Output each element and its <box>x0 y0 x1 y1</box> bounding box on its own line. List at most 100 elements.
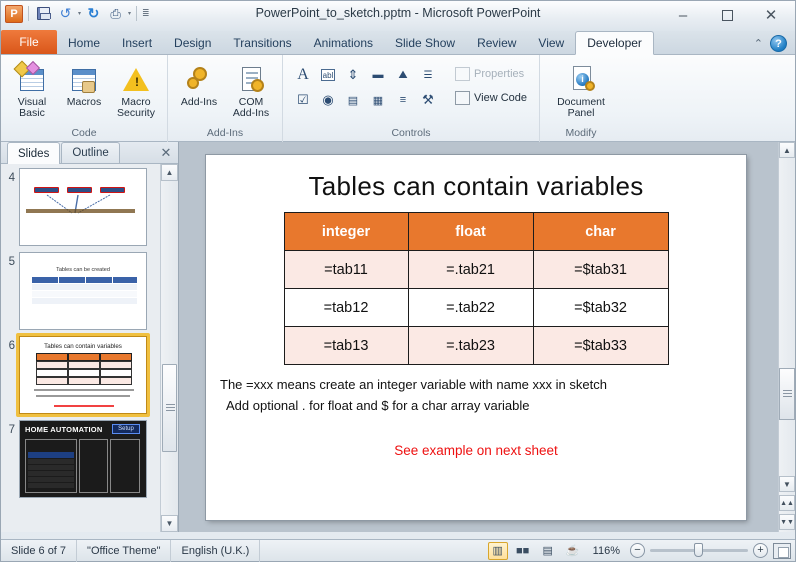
tab-design[interactable]: Design <box>163 32 222 54</box>
thumbnail-item-5[interactable]: 5 Tables can be created <box>3 252 158 330</box>
check-box-control-icon[interactable]: ☑ <box>291 88 315 112</box>
tab-file[interactable]: File <box>1 30 57 54</box>
properties-button[interactable]: Properties <box>451 64 531 84</box>
slide-show-button[interactable]: ☕ <box>563 542 583 560</box>
slide-note-line-1[interactable]: The =xxx means create an integer variabl… <box>220 375 746 394</box>
com-add-ins-label-2: Add-Ins <box>232 107 270 119</box>
slides-pane: Slides Outline ✕ 4 5 Tables can be creat… <box>1 142 179 532</box>
more-controls-icon[interactable]: ⚒ <box>416 88 440 112</box>
slide-footer-note[interactable]: See example on next sheet <box>206 443 746 458</box>
zoom-slider[interactable] <box>650 543 748 557</box>
combo-box-control-icon[interactable]: ▦ <box>366 88 390 112</box>
tab-slide-show[interactable]: Slide Show <box>384 32 466 54</box>
thumbnail-item-6[interactable]: 6 Tables can contain variables <box>3 333 158 417</box>
collapse-ribbon-icon[interactable]: ⌃ <box>754 37 763 50</box>
variables-table[interactable]: integer float char =tab11 =.tab21 =$tab3… <box>283 212 669 365</box>
add-ins-label: Add-Ins <box>180 96 218 108</box>
text-box-control-icon[interactable]: abl <box>316 63 340 87</box>
next-slide-button[interactable]: ▼▼ <box>779 514 795 530</box>
tab-transitions[interactable]: Transitions <box>222 32 302 54</box>
add-ins-button[interactable]: Add-Ins <box>174 61 224 108</box>
properties-label: Properties <box>474 68 525 80</box>
table-header-cell-integer: integer <box>283 212 409 251</box>
command-button-control-icon[interactable]: ▬ <box>366 63 390 87</box>
table-row: =tab13 =.tab23 =$tab33 <box>283 326 669 365</box>
text-label-control-icon[interactable]: A <box>291 63 315 87</box>
zoom-out-button[interactable]: − <box>630 543 645 558</box>
thumbnail-title-5: Tables can be created <box>56 267 110 273</box>
macros-button[interactable]: Macros <box>59 61 109 108</box>
slide-sorter-view-button[interactable]: ■■ <box>513 542 533 560</box>
slides-pane-scrollbar[interactable]: ▲ ▼ <box>160 164 178 532</box>
toggle-button-control-icon[interactable]: ≡ <box>391 88 415 112</box>
tab-insert[interactable]: Insert <box>111 32 163 54</box>
canvas-scroll-up-button[interactable]: ▲ <box>779 142 795 158</box>
canvas-scroll-down-button[interactable]: ▼ <box>779 476 795 492</box>
group-label-add-ins: Add-Ins <box>206 127 244 139</box>
window-controls: – ✕ <box>661 1 793 29</box>
tab-review[interactable]: Review <box>466 32 527 54</box>
fit-slide-to-window-button[interactable] <box>773 542 791 559</box>
macro-security-button[interactable]: ! Macro Security <box>111 61 161 119</box>
document-panel-button[interactable]: i Document Panel <box>550 61 612 119</box>
canvas-scroll-thumb[interactable] <box>779 368 795 420</box>
thumbnail-item-4[interactable]: 4 <box>3 168 158 246</box>
group-label-code: Code <box>71 127 97 139</box>
slides-scroll-up-button[interactable]: ▲ <box>161 164 178 181</box>
thumbnail-title-6: Tables can contain variables <box>44 343 122 350</box>
tab-outline[interactable]: Outline <box>61 142 120 163</box>
document-panel-label-2: Panel <box>567 107 595 119</box>
close-button[interactable]: ✕ <box>749 1 793 29</box>
thumbnail-item-7[interactable]: 7 HOME AUTOMATION Setup <box>3 420 158 498</box>
current-slide[interactable]: Tables can contain variables integer flo… <box>206 155 746 520</box>
language-indicator[interactable]: English (U.K.) <box>171 539 261 562</box>
view-code-button[interactable]: View Code <box>451 88 531 108</box>
table-cell: =$tab32 <box>532 288 669 327</box>
option-button-control-icon[interactable]: ◉ <box>316 88 340 112</box>
zoom-level-label[interactable]: 116% <box>588 545 625 557</box>
macro-security-label-2: Security <box>117 107 155 119</box>
close-pane-icon[interactable]: ✕ <box>154 145 178 163</box>
ribbon: Visual Basic Macros ! Macro Security Cod… <box>1 55 795 142</box>
tab-slides[interactable]: Slides <box>7 142 61 164</box>
macros-label: Macros <box>66 96 102 108</box>
slide-indicator[interactable]: Slide 6 of 7 <box>1 539 78 562</box>
help-icon[interactable]: ? <box>770 35 787 52</box>
tab-animations[interactable]: Animations <box>303 32 384 54</box>
spin-button-control-icon[interactable]: ⇕ <box>341 63 365 87</box>
thumbnail-number-4: 4 <box>8 172 15 184</box>
maximize-button[interactable] <box>705 1 749 29</box>
visual-basic-label-2: Basic <box>19 107 45 119</box>
previous-slide-button[interactable]: ▲▲ <box>779 495 795 511</box>
visual-basic-button[interactable]: Visual Basic <box>7 60 57 119</box>
com-add-ins-icon <box>235 63 267 95</box>
table-cell: =tab13 <box>283 326 409 365</box>
canvas-scrollbar[interactable]: ▲ ▼ ▲▲ ▼▼ <box>778 142 795 532</box>
slide-note-line-2[interactable]: Add optional . for float and $ for a cha… <box>226 396 746 415</box>
normal-view-button[interactable]: ▥ <box>487 541 508 560</box>
ribbon-group-modify: i Document Panel Modify <box>539 55 624 142</box>
thumbnail-list: 4 5 Tables can be created 6 Tables can c… <box>1 164 160 532</box>
table-row: =tab11 =.tab21 =$tab31 <box>283 250 669 289</box>
tab-view[interactable]: View <box>527 32 575 54</box>
minimize-button[interactable]: – <box>661 1 705 29</box>
tab-home[interactable]: Home <box>57 32 111 54</box>
slides-pane-body: 4 5 Tables can be created 6 Tables can c… <box>1 164 178 532</box>
tab-developer[interactable]: Developer <box>575 31 654 55</box>
slides-scroll-thumb[interactable] <box>162 364 177 452</box>
image-control-icon[interactable]: ⛰ <box>391 63 415 87</box>
theme-indicator[interactable]: "Office Theme" <box>77 539 172 562</box>
slide-title[interactable]: Tables can contain variables <box>206 171 746 202</box>
table-cell: =.tab21 <box>407 250 534 289</box>
zoom-in-button[interactable]: + <box>753 543 768 558</box>
list-box-control-icon[interactable]: ▤ <box>341 88 365 112</box>
reading-view-button[interactable]: ▤ <box>538 542 558 560</box>
scroll-bar-control-icon[interactable]: ☰ <box>416 63 440 87</box>
table-cell: =.tab22 <box>407 288 534 327</box>
slides-scroll-down-button[interactable]: ▼ <box>161 515 178 532</box>
canvas-scroll-grip-icon <box>783 390 792 398</box>
thumbnail-number-5: 5 <box>8 256 15 268</box>
document-panel-icon: i <box>565 63 597 95</box>
com-add-ins-button[interactable]: COM Add-Ins <box>226 61 276 119</box>
zoom-slider-handle[interactable] <box>694 543 703 557</box>
